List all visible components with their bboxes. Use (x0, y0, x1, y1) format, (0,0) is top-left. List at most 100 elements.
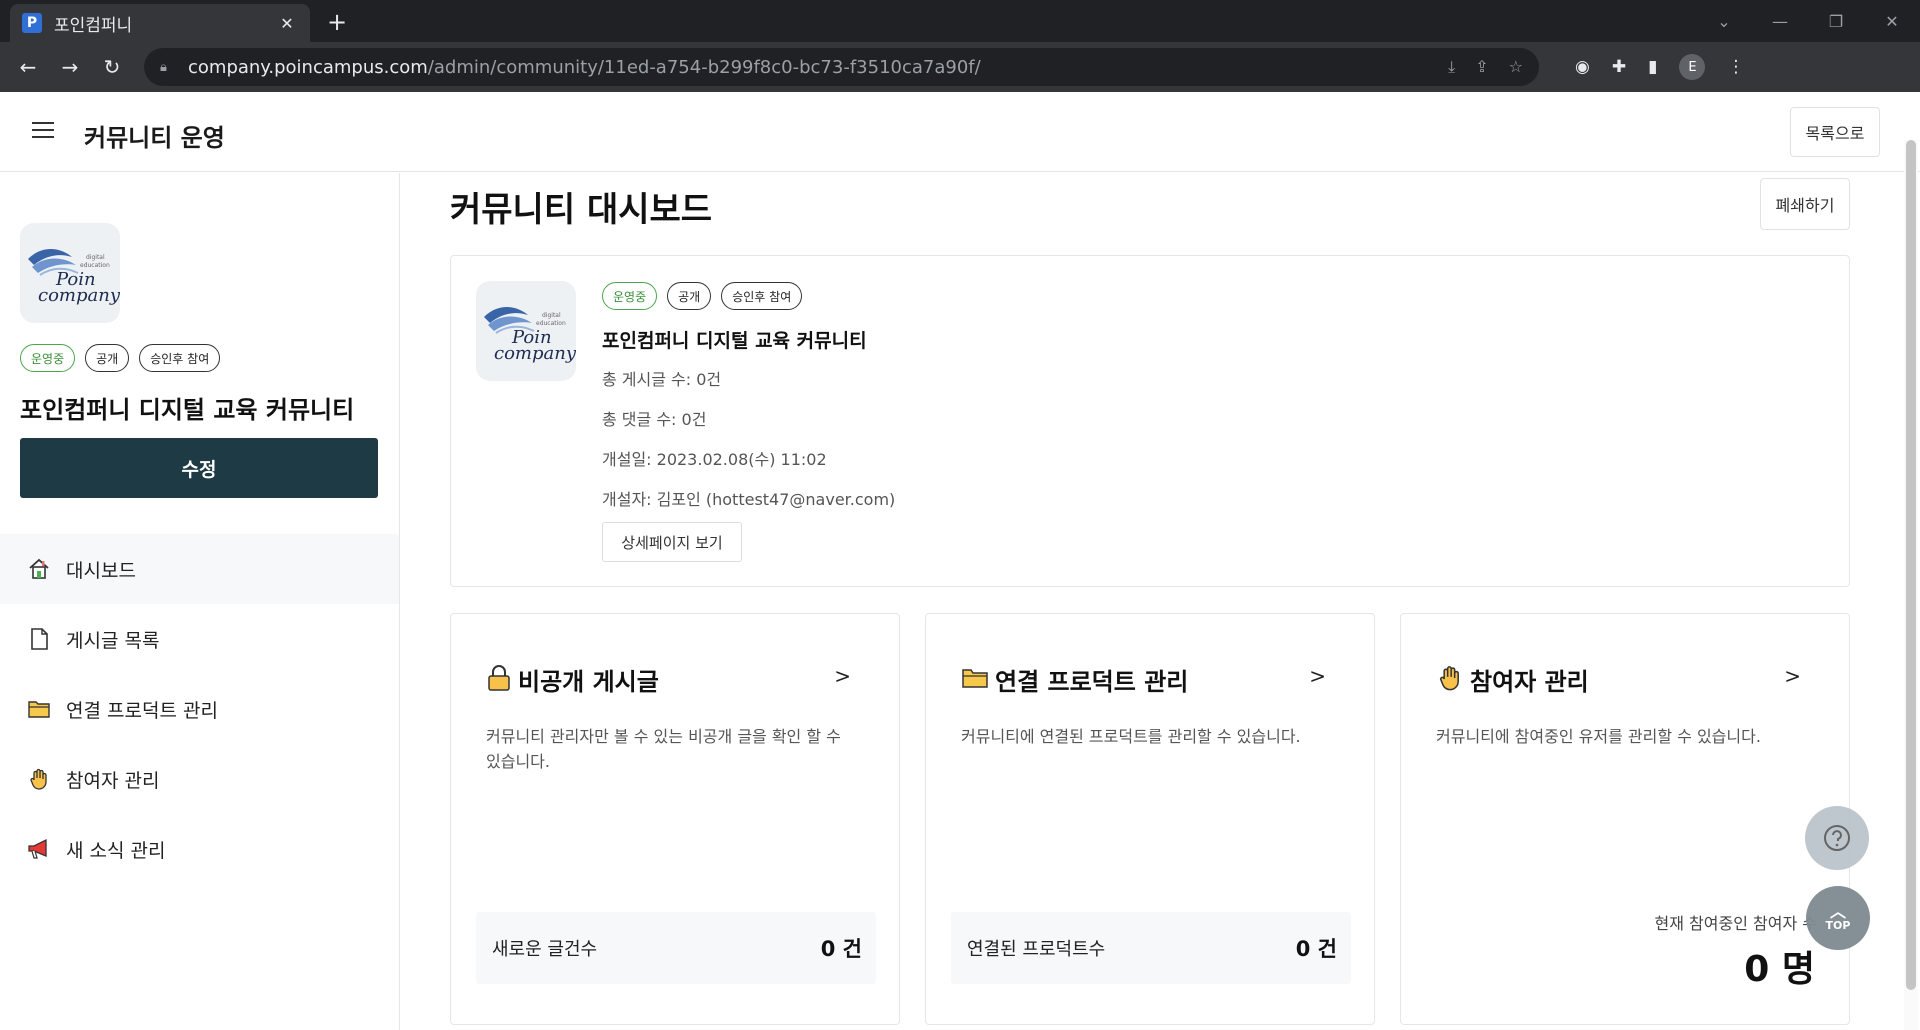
card-description: 커뮤니티에 연결된 프로덕트를 관리할 수 있습니다. (961, 727, 1301, 746)
close-window-button[interactable]: ✕ (1864, 12, 1920, 31)
logo-word-2: company (38, 285, 120, 306)
menu-kebab-icon[interactable]: ⋮ (1727, 57, 1744, 77)
back-arrow-icon[interactable]: ← (8, 47, 48, 87)
top-label: TOP (1825, 918, 1851, 932)
question-icon (1824, 825, 1850, 851)
stat-box: 연결된 프로덕트수 0 건 (951, 912, 1351, 984)
status-badge-public: 공개 (667, 282, 712, 310)
stat-box: 새로운 글건수 0 건 (476, 912, 876, 984)
card-title: 비공개 게시글 (518, 668, 659, 696)
url-text: company.poincampus.com/admin/community/1… (188, 57, 981, 78)
browser-toolbar: ← → ↻ 🔒︎ company.poincampus.com/admin/co… (0, 42, 1920, 92)
hand-icon (26, 766, 52, 792)
browser-tab[interactable]: P 포인컴퍼니 ✕ (10, 4, 310, 42)
side-panel-icon[interactable]: ▮ (1648, 57, 1657, 77)
chevron-right-icon[interactable]: > (834, 664, 851, 688)
extensions-puzzle-icon[interactable]: ✚ (1612, 57, 1626, 77)
lock-icon: 🔒︎ (160, 59, 167, 75)
logo-small-text-2: education (80, 262, 110, 269)
logo-small-text-2: education (536, 320, 566, 327)
total-posts: 총 게시글 수: 0건 (602, 370, 722, 389)
total-comments: 총 댓글 수: 0건 (602, 410, 707, 429)
address-bar[interactable]: 🔒︎ company.poincampus.com/admin/communit… (144, 48, 1539, 86)
folder-icon (26, 696, 52, 722)
stat-label: 연결된 프로덕트수 (967, 939, 1106, 960)
url-path: /admin/community/11ed-a754-b299f8c0-bc73… (427, 56, 981, 78)
status-badges: 운영중 공개 승인후 참여 (20, 344, 221, 372)
stat-value: 0 명 (1744, 949, 1815, 990)
info-community-name: 포인컴퍼니 디지털 교육 커뮤니티 (602, 330, 867, 352)
sidebar-item-posts[interactable]: 게시글 목록 (0, 604, 399, 674)
camera-extension-icon[interactable]: ◉ (1575, 57, 1590, 77)
sidebar: digital education Poin company 운영중 공개 승인… (0, 173, 400, 1030)
card-description: 커뮤니티에 참여중인 유저를 관리할 수 있습니다. (1436, 727, 1761, 746)
share-icon[interactable]: ⇪ (1475, 57, 1488, 77)
logo-small-text-1: digital (542, 312, 561, 319)
logo-word-2: company (494, 343, 576, 364)
close-community-button[interactable]: 폐쇄하기 (1760, 178, 1850, 230)
url-domain: company.poincampus.com (188, 56, 428, 78)
participants-card[interactable]: 참여자 관리 > 커뮤니티에 참여중인 유저를 관리할 수 있습니다. 현재 참… (1400, 613, 1850, 1025)
community-logo: digital education Poin company (20, 223, 120, 323)
stat-label: 새로운 글건수 (492, 939, 598, 960)
reload-icon[interactable]: ↻ (92, 47, 132, 87)
chevron-right-icon[interactable]: > (1784, 664, 1801, 688)
status-badge-approval: 승인후 참여 (139, 344, 221, 372)
profile-avatar[interactable]: E (1679, 54, 1706, 80)
status-badge-operating: 운영중 (20, 344, 76, 372)
stat-value: 0 건 (820, 937, 862, 961)
document-icon (26, 626, 52, 652)
sidebar-nav: 대시보드 게시글 목록 연결 프로덕트 관리 참여자 관리 새 소식 관리 (0, 534, 399, 884)
stat-value: 0 건 (1295, 937, 1337, 961)
view-detail-button[interactable]: 상세페이지 보기 (602, 522, 742, 562)
home-icon (26, 556, 52, 582)
restore-button[interactable]: ❐ (1808, 12, 1864, 31)
hamburger-menu-icon[interactable] (32, 122, 54, 140)
tab-search-icon[interactable]: ⌄ (1696, 12, 1752, 31)
chevron-right-icon[interactable]: > (1309, 664, 1326, 688)
community-name: 포인컴퍼니 디지털 교육 커뮤니티 (20, 396, 355, 424)
scroll-top-button[interactable]: ︿ TOP (1806, 886, 1870, 950)
status-badge-approval: 승인후 참여 (721, 282, 803, 310)
chevron-up-icon: ︿ (1829, 901, 1846, 921)
new-tab-button[interactable]: + (322, 8, 352, 36)
favicon-icon: P (22, 13, 42, 33)
browser-tab-strip: P 포인컴퍼니 ✕ + ⌄ — ❐ ✕ (0, 0, 1920, 42)
page-scrollbar-thumb[interactable] (1906, 140, 1916, 990)
sidebar-item-label: 대시보드 (66, 559, 136, 582)
status-badge-operating: 운영중 (602, 282, 658, 310)
sidebar-item-label: 참여자 관리 (66, 769, 160, 792)
sidebar-item-products[interactable]: 연결 프로덕트 관리 (0, 674, 399, 744)
stat-label: 현재 참여중인 참여자 수 (1654, 914, 1817, 933)
back-to-list-button[interactable]: 목록으로 (1790, 107, 1880, 157)
opened-date: 개설일: 2023.02.08(수) 11:02 (602, 450, 827, 469)
lock-icon (486, 664, 512, 696)
sidebar-item-news[interactable]: 새 소식 관리 (0, 814, 399, 884)
app-header: 커뮤니티 운영 목록으로 (0, 92, 1920, 172)
linked-products-card[interactable]: 연결 프로덕트 관리 > 커뮤니티에 연결된 프로덕트를 관리할 수 있습니다.… (925, 613, 1375, 1025)
status-badge-public: 공개 (85, 344, 130, 372)
status-badges: 운영중 공개 승인후 참여 (602, 282, 803, 310)
sidebar-item-participants[interactable]: 참여자 관리 (0, 744, 399, 814)
tab-title: 포인컴퍼니 (54, 15, 133, 36)
help-button[interactable] (1805, 806, 1869, 870)
community-info-card: digital education Poin company 운영중 공개 승인… (450, 255, 1850, 587)
sidebar-item-label: 새 소식 관리 (66, 839, 166, 862)
megaphone-icon (26, 836, 52, 862)
community-logo: digital education Poin company (476, 281, 576, 381)
bookmark-star-icon[interactable]: ☆ (1509, 57, 1523, 77)
edit-button[interactable]: 수정 (20, 438, 378, 498)
sidebar-item-label: 연결 프로덕트 관리 (66, 699, 218, 722)
hand-icon (1436, 664, 1464, 696)
minimize-button[interactable]: — (1752, 12, 1808, 31)
tab-close-icon[interactable]: ✕ (276, 14, 298, 33)
card-description: 커뮤니티 관리자만 볼 수 있는 비공개 글을 확인 할 수 있습니다. (486, 727, 841, 771)
forward-arrow-icon[interactable]: → (50, 47, 90, 87)
private-posts-card[interactable]: 비공개 게시글 > 커뮤니티 관리자만 볼 수 있는 비공개 글을 확인 할 수… (450, 613, 900, 1025)
page-title: 커뮤니티 대시보드 (450, 190, 713, 230)
app-title: 커뮤니티 운영 (84, 124, 225, 152)
card-title: 연결 프로덕트 관리 (995, 668, 1189, 696)
sidebar-item-dashboard[interactable]: 대시보드 (0, 534, 399, 604)
install-icon[interactable]: ⤓ (1448, 57, 1455, 77)
creator: 개설자: 김포인 (hottest47@naver.com) (602, 490, 896, 509)
